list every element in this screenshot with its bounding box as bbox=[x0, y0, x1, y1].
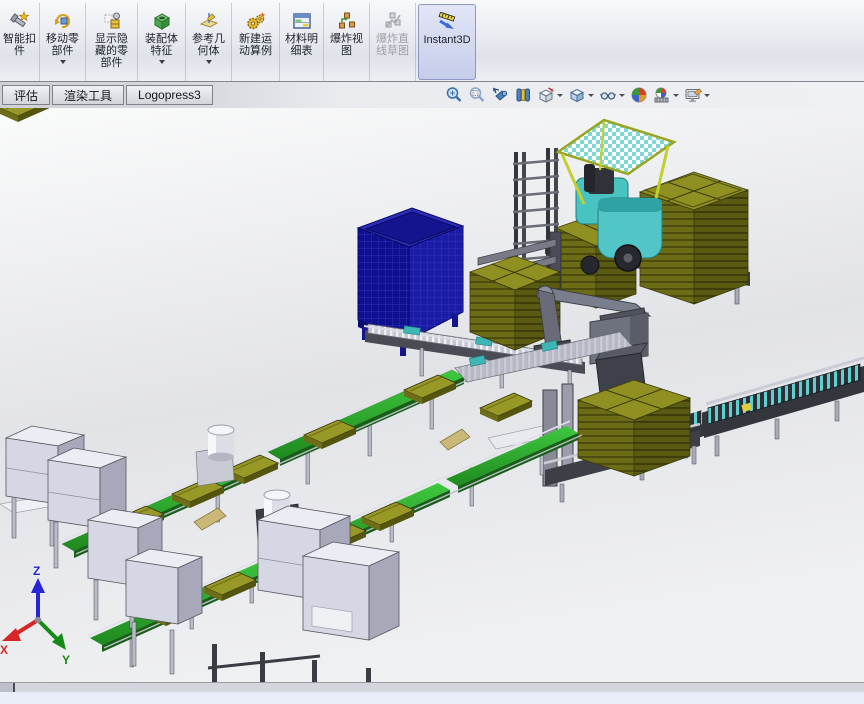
section-view-icon bbox=[514, 86, 532, 104]
smart-fasteners-icon bbox=[10, 9, 30, 33]
dropdown-arrow-icon bbox=[557, 94, 563, 97]
ribbon-button-smart-fasteners[interactable]: 智能扣件 bbox=[0, 3, 40, 81]
ribbon-button-bill-of-materials[interactable]: 材料明细表 bbox=[280, 3, 324, 81]
move-component-icon bbox=[53, 9, 73, 33]
apply-scene-icon bbox=[630, 86, 648, 104]
ribbon-button-show-hidden-components[interactable]: 显示隐藏的零部件 bbox=[86, 3, 138, 81]
previous-view-button[interactable] bbox=[490, 85, 510, 105]
dropdown-arrow-icon bbox=[619, 94, 625, 97]
assembly-features-icon bbox=[152, 9, 172, 33]
ribbon-button-label: 移动零部件 bbox=[42, 33, 84, 57]
horizontal-scrollbar[interactable] bbox=[0, 682, 864, 692]
status-bar bbox=[0, 692, 864, 704]
tab-evaluate[interactable]: 评估 bbox=[2, 85, 50, 105]
previous-view-icon bbox=[491, 86, 509, 104]
zoom-to-fit-icon bbox=[445, 86, 463, 104]
solidworks-window: 智能扣件 移动零部件 显示隐藏的零部件 装配体特征 bbox=[0, 0, 864, 704]
ribbon-empty-area bbox=[478, 3, 864, 81]
assembly-model-view: Z X Y bbox=[0, 108, 864, 682]
show-hidden-components-icon bbox=[102, 9, 122, 33]
ribbon-button-label: 显示隐藏的零部件 bbox=[91, 33, 133, 69]
hide-show-items-icon bbox=[599, 86, 617, 104]
ribbon-button-label: Instant3D bbox=[419, 34, 475, 46]
ribbon-button-label: 新建运动算例 bbox=[235, 33, 277, 57]
edit-appearance-button[interactable] bbox=[652, 85, 680, 105]
ribbon-button-assembly-features[interactable]: 装配体特征 bbox=[138, 3, 186, 81]
zoom-to-fit-button[interactable] bbox=[444, 85, 464, 105]
ribbon-button-move-component[interactable]: 移动零部件 bbox=[40, 3, 86, 81]
ribbon-button-label: 装配体特征 bbox=[141, 33, 183, 57]
instant3d-icon bbox=[435, 10, 459, 34]
apply-scene-button[interactable] bbox=[629, 85, 649, 105]
ribbon-button-explode-line-sketch: 爆炸直线草图 bbox=[370, 3, 416, 81]
display-style-icon bbox=[568, 86, 586, 104]
view-settings-icon bbox=[684, 86, 702, 104]
dropdown-arrow-icon bbox=[60, 60, 66, 64]
ribbon-button-label: 智能扣件 bbox=[0, 33, 41, 57]
display-style-button[interactable] bbox=[567, 85, 595, 105]
exploded-view-icon bbox=[337, 9, 357, 33]
dropdown-arrow-icon bbox=[673, 94, 679, 97]
section-view-button[interactable] bbox=[513, 85, 533, 105]
new-motion-study-icon bbox=[246, 9, 266, 33]
zoom-to-area-button[interactable] bbox=[467, 85, 487, 105]
ribbon-button-label: 爆炸直线草图 bbox=[372, 33, 414, 57]
view-orientation-icon bbox=[537, 86, 555, 104]
pane-splitter-handle[interactable] bbox=[0, 683, 15, 692]
ribbon-button-reference-geometry[interactable]: 参考几何体 bbox=[186, 3, 232, 81]
pallet-stack[interactable] bbox=[578, 380, 690, 476]
zoom-to-area-icon bbox=[468, 86, 486, 104]
command-manager-ribbon: 智能扣件 移动零部件 显示隐藏的零部件 装配体特征 bbox=[0, 0, 864, 82]
tab-logopress3[interactable]: Logopress3 bbox=[126, 85, 213, 105]
triad-z-label: Z bbox=[33, 564, 40, 578]
explode-line-sketch-icon bbox=[383, 9, 403, 33]
view-orientation-button[interactable] bbox=[536, 85, 564, 105]
graphics-viewport[interactable]: Z X Y bbox=[0, 108, 864, 682]
triad-x-label: X bbox=[0, 643, 8, 657]
bill-of-materials-icon bbox=[292, 9, 312, 33]
tab-render-tools[interactable]: 渲染工具 bbox=[52, 85, 124, 105]
tab-label: 评估 bbox=[14, 87, 38, 104]
ribbon-button-exploded-view[interactable]: 爆炸视图 bbox=[324, 3, 370, 81]
tab-label: Logopress3 bbox=[138, 88, 201, 102]
ribbon-button-label: 材料明细表 bbox=[281, 33, 323, 57]
tab-label: 渲染工具 bbox=[64, 87, 112, 104]
ribbon-button-instant3d[interactable]: Instant3D bbox=[418, 4, 476, 80]
reference-geometry-icon bbox=[199, 9, 219, 33]
heads-up-view-toolbar bbox=[444, 82, 711, 108]
hide-show-items-button[interactable] bbox=[598, 85, 626, 105]
edit-appearance-icon bbox=[653, 86, 671, 104]
command-manager-tab-band: 评估 渲染工具 Logopress3 bbox=[0, 82, 864, 108]
dropdown-arrow-icon bbox=[159, 60, 165, 64]
ribbon-button-label: 参考几何体 bbox=[188, 33, 230, 57]
dropdown-arrow-icon bbox=[206, 60, 212, 64]
ribbon-button-new-motion-study[interactable]: 新建运动算例 bbox=[232, 3, 280, 81]
dropdown-arrow-icon bbox=[704, 94, 710, 97]
dropdown-arrow-icon bbox=[588, 94, 594, 97]
triad-y-label: Y bbox=[62, 653, 70, 667]
ribbon-button-label: 爆炸视图 bbox=[326, 33, 368, 57]
view-settings-button[interactable] bbox=[683, 85, 711, 105]
